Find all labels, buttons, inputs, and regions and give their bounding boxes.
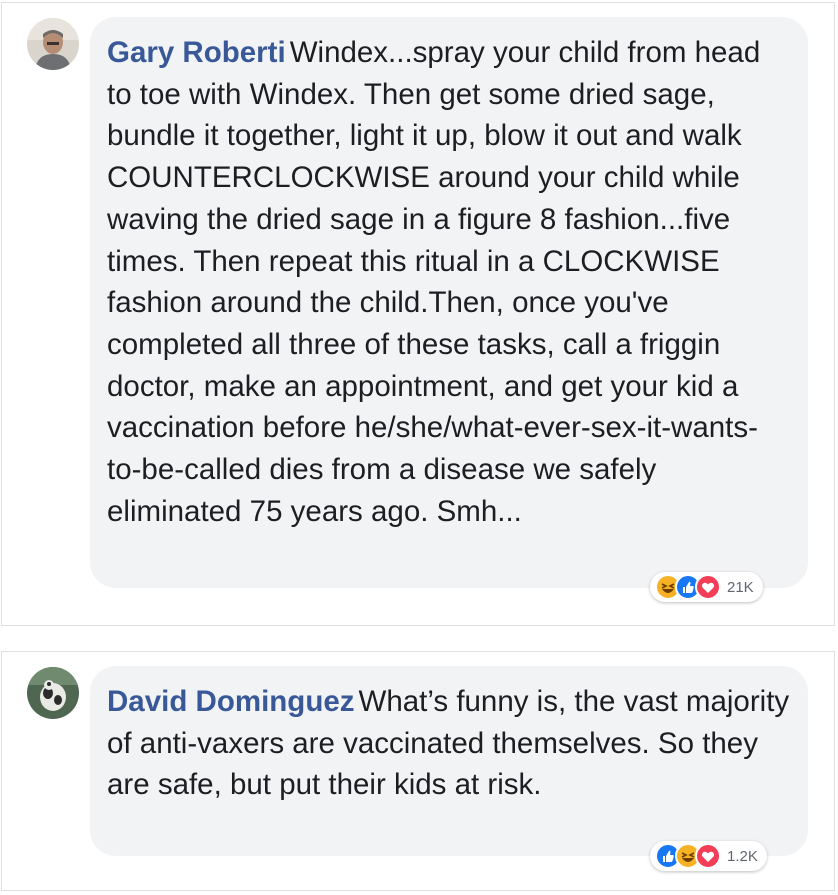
- comment-bubble: Gary Roberti Windex...spray your child fr…: [90, 17, 808, 588]
- reaction-count: 21K: [727, 578, 754, 596]
- reactions-summary[interactable]: 1.2K: [650, 841, 767, 871]
- comment-card: Gary Roberti Windex...spray your child fr…: [1, 2, 835, 626]
- avatar[interactable]: [27, 667, 79, 719]
- comment-author-link[interactable]: Gary Roberti: [107, 36, 286, 69]
- comment-author-link[interactable]: David Dominguez: [107, 685, 355, 718]
- avatar[interactable]: [27, 18, 79, 70]
- comment-text: Windex...spray your child from head to t…: [107, 36, 761, 528]
- love-icon: [695, 574, 721, 600]
- comment-card: David Dominguez What’s funny is, the vast…: [1, 651, 835, 891]
- reaction-count: 1.2K: [727, 847, 758, 865]
- reactions-summary[interactable]: 21K: [650, 572, 763, 602]
- comment-bubble: David Dominguez What’s funny is, the vast…: [90, 666, 808, 856]
- love-icon: [695, 843, 721, 869]
